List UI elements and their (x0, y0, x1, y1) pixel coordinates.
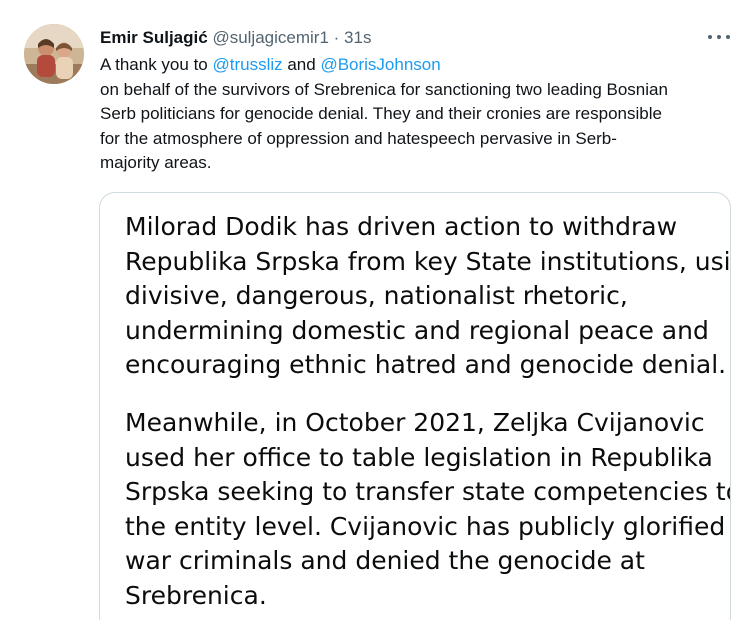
media-text-line: Republika Srpska from key State institut… (125, 246, 731, 276)
media-image-card[interactable]: Milorad Dodik has driven action to withd… (99, 192, 731, 620)
media-text-line: Milorad Dodik has driven action to withd… (125, 212, 678, 241)
media-text-line: Meanwhile, in October 2021, Zeljka Cvija… (125, 408, 705, 437)
media-text-line: encouraging ethnic hatred and genocide d… (125, 350, 727, 379)
media-text-line: used her office to table legislation in … (125, 442, 713, 472)
mention-link-trussliz[interactable]: @trussliz (212, 55, 282, 74)
tweet-text-segment: A thank you to (100, 55, 213, 74)
media-text-line: Srebrenica. (125, 580, 267, 610)
header-separator: · (333, 28, 340, 47)
tweet-line-5: majority areas. (100, 153, 212, 173)
mention-link-borisjohnson[interactable]: @BorisJohnson (320, 55, 440, 74)
author-avatar[interactable] (24, 24, 84, 84)
tweet-timestamp[interactable]: 31s (344, 28, 371, 47)
media-text-line: undermining domestic and regional peace … (125, 315, 709, 345)
more-options-button[interactable] (706, 26, 732, 48)
media-paragraph-1: Milorad Dodik has driven action to withd… (125, 210, 731, 383)
media-text-line: the entity level. Cvijanovic has publicl… (125, 511, 726, 541)
tweet-text: A thank you to @trussliz and @BorisJohns… (100, 53, 740, 176)
tweet-line-2: on behalf of the survivors of Srebrenica… (100, 79, 668, 99)
tweet[interactable]: Emir Suljagić @suljagicemir1 · 31s A tha… (0, 0, 756, 620)
tweet-header: Emir Suljagić @suljagicemir1 · 31s (100, 28, 371, 48)
profile-photo-icon (24, 24, 84, 84)
media-text-line: war criminals and denied the genocide at (125, 546, 645, 575)
media-paragraph-2: Meanwhile, in October 2021, Zeljka Cvija… (125, 406, 731, 613)
media-text-line: Srpska seeking to transfer state compete… (125, 477, 731, 506)
author-name[interactable]: Emir Suljagić (100, 28, 208, 47)
tweet-text-segment: and (282, 55, 321, 74)
media-text-line: divisive, dangerous, nationalist rhetori… (125, 281, 628, 310)
tweet-line-4: for the atmosphere of oppression and hat… (100, 128, 617, 148)
tweet-line-3: Serb politicians for genocide denial. Th… (100, 104, 662, 124)
tweet-line-1: A thank you to @trussliz and @BorisJohns… (100, 53, 740, 78)
author-handle[interactable]: @suljagicemir1 (212, 28, 328, 47)
